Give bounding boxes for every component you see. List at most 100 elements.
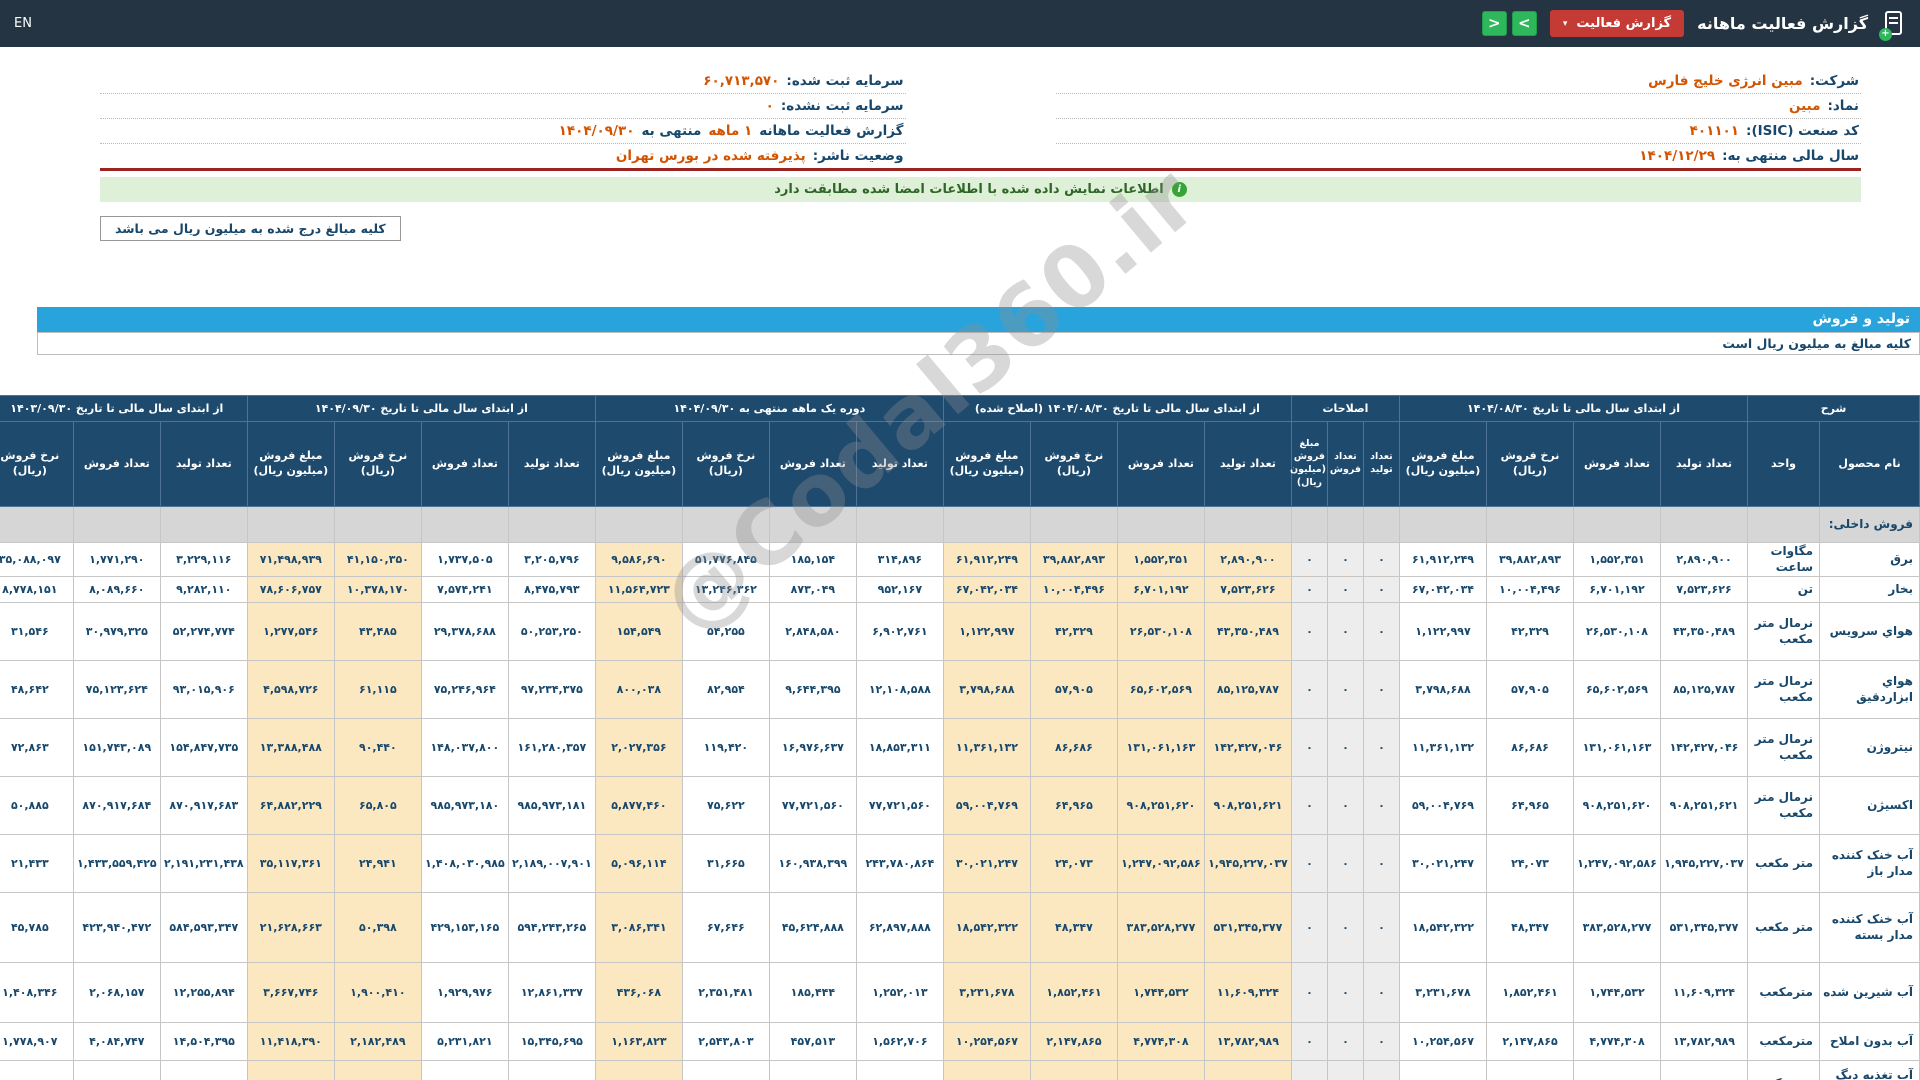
value-cell: ۳,۷۹۸,۶۸۸ bbox=[1399, 661, 1486, 719]
value-cell: ۹۰۸,۲۵۱,۶۲۰ bbox=[1574, 777, 1661, 835]
value-cell: ۱,۵۵۲,۳۵۱ bbox=[1574, 543, 1661, 577]
table-row: اکسيژننرمال متر مکعب۹۰۸,۲۵۱,۶۲۱۹۰۸,۲۵۱,۶… bbox=[0, 777, 1920, 835]
value-cell: ۲,۱۴۷,۸۶۵ bbox=[1487, 1023, 1574, 1061]
value-cell: ۲۴,۰۷۳ bbox=[1487, 835, 1574, 893]
value-cell: ۵۱,۷۷۶,۸۴۵ bbox=[682, 543, 769, 577]
empty-cell bbox=[1327, 507, 1363, 543]
value-cell: ۱۵۱,۷۴۳,۰۸۹ bbox=[73, 719, 160, 777]
value-cell: ۱,۸۵۲,۴۶۱ bbox=[1030, 963, 1117, 1023]
value-cell: ۲۴,۰۷۳ bbox=[1030, 835, 1117, 893]
value-cell: ۵۳۱,۳۴۵,۳۷۷ bbox=[1661, 893, 1748, 963]
navbar: + گزارش فعالیت ماهانه گزارش فعالیت ▾ > <… bbox=[0, 0, 1920, 47]
value-cell: ۵,۰۹۶,۱۱۴ bbox=[595, 835, 682, 893]
value-cell: ۲۴۳,۷۸۰,۸۶۴ bbox=[856, 835, 943, 893]
plus-badge-icon: + bbox=[1879, 28, 1892, 41]
column-group-header: دوره یک ماهه منتهی به ۱۴۰۴/۰۹/۳۰ bbox=[595, 396, 943, 422]
value-cell: ۰ bbox=[1363, 543, 1399, 577]
value-cell: ۰ bbox=[1327, 603, 1363, 661]
section-subtitle-bar: کلیه مبالغ به میلیون ریال است bbox=[37, 332, 1920, 355]
value-cell: ۷۱,۴۹۸,۹۳۹ bbox=[247, 543, 334, 577]
value-cell: ۱۰,۲۵۴,۵۶۷ bbox=[1399, 1023, 1486, 1061]
column-header: تعداد فروش bbox=[421, 422, 508, 507]
value-cell: ۰ bbox=[1291, 719, 1327, 777]
value-cell: ۱۴۲,۴۲۷,۰۴۶ bbox=[1204, 719, 1291, 777]
value-cell: ۰ bbox=[1291, 661, 1327, 719]
value-cell: ۴۸,۳۴۷ bbox=[1487, 893, 1574, 963]
value-cell: ۰ bbox=[1327, 963, 1363, 1023]
column-header: نرخ فروش (ریال) bbox=[334, 422, 421, 507]
unit-cell: نرمال متر مکعب bbox=[1748, 719, 1820, 777]
value-cell: ۰ bbox=[1363, 577, 1399, 603]
info-label: سرمایه ثبت نشده: bbox=[781, 98, 904, 114]
product-name-cell: هواي سرويس bbox=[1820, 603, 1920, 661]
value-cell: ۱,۹۲۹,۹۷۶ bbox=[421, 963, 508, 1023]
value-cell: ۹۰۸,۲۵۱,۶۲۱ bbox=[1204, 777, 1291, 835]
value-cell: ۹۰۸,۲۵۱,۶۲۰ bbox=[1117, 777, 1204, 835]
value-cell: ۲,۵۴۳,۸۰۳ bbox=[682, 1023, 769, 1061]
column-header: مبلغ فروش (میلیون ریال) bbox=[1399, 422, 1486, 507]
product-name-cell: نيتروژن bbox=[1820, 719, 1920, 777]
info-label: کد صنعت (ISIC): bbox=[1746, 123, 1859, 139]
value-cell: ۵۹,۰۰۴,۷۶۹ bbox=[943, 777, 1030, 835]
value-cell: ۹,۶۴۴,۳۹۵ bbox=[769, 661, 856, 719]
empty-cell bbox=[1661, 507, 1748, 543]
value-cell: ۴,۷۷۴,۳۰۸ bbox=[1117, 1023, 1204, 1061]
value-cell: ۶۵,۶۰۲,۵۶۹ bbox=[1574, 661, 1661, 719]
empty-cell bbox=[73, 507, 160, 543]
value-cell: ۴,۰۸۴,۷۴۷ bbox=[73, 1023, 160, 1061]
next-report-button[interactable]: > bbox=[1512, 11, 1537, 36]
value-cell: ۲,۸۴۸,۵۸۰ bbox=[769, 603, 856, 661]
value-cell: ۶,۹۰۲,۷۶۱ bbox=[856, 603, 943, 661]
symbol-row: نماد: مبین bbox=[1056, 94, 1862, 119]
empty-cell bbox=[1399, 507, 1486, 543]
value-cell: ۲,۱۹۱,۲۳۱,۴۳۸ bbox=[160, 835, 247, 893]
report-navigation: > < bbox=[1482, 11, 1537, 36]
column-header: نرخ فروش (ریال) bbox=[1487, 422, 1574, 507]
value-cell: ۱,۲۴۷,۰۹۲,۵۸۶ bbox=[1574, 835, 1661, 893]
column-group-header: از ابتدای سال مالی تا تاریخ ۱۴۰۳/۰۹/۳۰ bbox=[0, 396, 247, 422]
value-cell: ۱,۱۲۲,۹۹۷ bbox=[943, 603, 1030, 661]
value-cell: ۳۰,۰۲۱,۲۴۷ bbox=[943, 835, 1030, 893]
value-cell: ۹۰۸,۲۵۱,۶۲۱ bbox=[1661, 777, 1748, 835]
column-group-header: از ابتدای سال مالی تا تاریخ ۱۴۰۴/۰۸/۳۰ (… bbox=[943, 396, 1291, 422]
column-header: تعداد فروش bbox=[1574, 422, 1661, 507]
value-cell: ۳,۳۶۹,۹۱۸ bbox=[247, 1061, 334, 1080]
value-cell: ۰ bbox=[1363, 835, 1399, 893]
value-cell: ۴۸,۳۴۷ bbox=[1030, 893, 1117, 963]
value-cell: ۱,۷۴۴,۵۳۲ bbox=[1574, 963, 1661, 1023]
value-cell: ۰ bbox=[1363, 603, 1399, 661]
table-row: نيتروژننرمال متر مکعب ۱۴۲,۴۲۷,۰۴۶ ۱۳۱,۰۶۱,… bbox=[0, 719, 1920, 777]
value-cell: ۲۹,۳۷۸,۶۸۸ bbox=[421, 603, 508, 661]
publisher-status-row: وضعیت ناشر: پذیرفته شده در بورس تهران bbox=[100, 144, 906, 168]
value-cell: ۶,۷۰۱,۱۹۲ bbox=[1117, 577, 1204, 603]
table-scroll-area[interactable]: شرحاز ابتدای سال مالی تا تاریخ ۱۴۰۴/۰۸/۳… bbox=[0, 395, 1920, 1080]
value-cell: ۸,۹۹۵,۳۷۶ bbox=[1204, 1061, 1291, 1080]
empty-cell bbox=[1574, 507, 1661, 543]
value-cell: ۱,۰۹۴,۵۳۰ bbox=[856, 1061, 943, 1080]
value-cell: ۲۶,۵۳۰,۱۰۸ bbox=[1574, 603, 1661, 661]
report-type-dropdown[interactable]: گزارش فعالیت ▾ bbox=[1550, 10, 1684, 37]
unit-cell: مگاوات ساعت bbox=[1748, 543, 1820, 577]
value-cell: ۱۳۱,۰۶۱,۱۶۳ bbox=[1574, 719, 1661, 777]
value-cell: ۱,۲۷۷,۵۴۶ bbox=[247, 603, 334, 661]
language-toggle[interactable]: EN bbox=[14, 16, 32, 31]
registered-capital-row: سرمایه ثبت شده: ۶۰,۷۱۳,۵۷۰ bbox=[100, 69, 906, 94]
value-cell: ۵۰,۸۸۵ bbox=[0, 777, 73, 835]
column-header: تعداد تولید bbox=[1363, 422, 1399, 507]
value-cell: ۱۴,۵۰۴,۳۹۵ bbox=[160, 1023, 247, 1061]
value-cell: ۲,۰۶۸,۱۵۷ bbox=[73, 963, 160, 1023]
value-cell: ۸,۷۷۸,۱۵۱ bbox=[0, 577, 73, 603]
prev-report-button[interactable]: < bbox=[1482, 11, 1507, 36]
value-cell: ۱۳,۷۸۲,۹۸۹ bbox=[1204, 1023, 1291, 1061]
column-header: تعداد تولید bbox=[160, 422, 247, 507]
value-cell: ۹,۵۸۶,۶۹۰ bbox=[595, 543, 682, 577]
company-info-left-column: سرمایه ثبت شده: ۶۰,۷۱۳,۵۷۰ سرمایه ثبت نش… bbox=[100, 69, 906, 168]
unit-cell: تن bbox=[1748, 577, 1820, 603]
table-row: آب خنک کننده مدار بازمتر مکعب۱,۹۴۵,۲۲۷,۰… bbox=[0, 835, 1920, 893]
value-cell: ۳,۷۹۸,۶۸۸ bbox=[943, 661, 1030, 719]
column-header: نام محصول bbox=[1820, 422, 1920, 507]
column-header: تعداد تولید bbox=[856, 422, 943, 507]
value-cell: ۱,۷۷۱,۲۹۰ bbox=[73, 543, 160, 577]
value-cell: ۱,۹۰۰,۴۱۰ bbox=[334, 963, 421, 1023]
value-cell: ۷,۵۲۳,۶۲۶ bbox=[1661, 577, 1748, 603]
